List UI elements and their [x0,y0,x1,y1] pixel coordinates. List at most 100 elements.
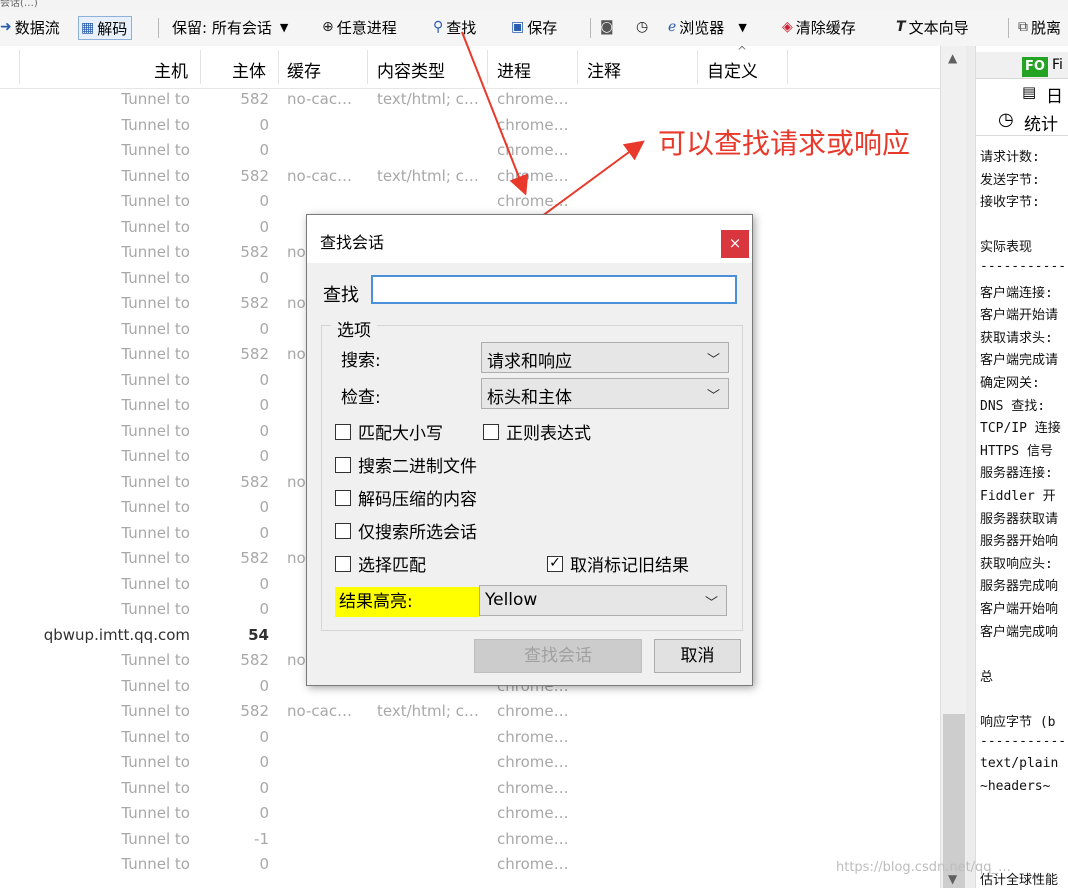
session-row[interactable]: Tunnel to 582 no-cac… text/html; c… chrome… [0,88,940,113]
window-title: 会话(…) [0,0,38,9]
decode-button[interactable]: ▦ 解码 [78,16,133,40]
selected-only-label: 仅搜索所选会话 [358,523,477,543]
search-binaries-checkbox[interactable]: 搜索二进制文件 [335,452,477,477]
chevron-down-icon: ﹀ [706,353,720,368]
host-cell: Tunnel to [121,472,190,491]
highlight-color-select[interactable]: Yellow ﹀ [479,585,727,616]
save-button[interactable]: ▣ 保存 [511,15,557,39]
text-wizard-button[interactable]: T 文本向导 [896,15,969,39]
select-matches-label: 选择匹配 [358,556,426,576]
process-cell: chrome… [497,829,569,848]
session-row[interactable]: Tunnel to 0 chrome… [0,751,940,776]
clear-cache-label: 清除缓存 [795,18,856,37]
browser-dropdown[interactable]: ℯ 浏览器 ▼ [668,15,747,39]
find-input[interactable] [371,275,737,304]
column-custom[interactable]: 自定义 [707,57,758,82]
examine-label: 检查: [341,388,381,408]
body-cell: 0 [259,268,269,287]
tab-log-label: 日 [1046,87,1063,107]
clear-cache-button[interactable]: ◈ 清除缓存 [782,15,856,39]
column-divider [487,50,488,84]
process-cell: chrome… [497,855,569,873]
host-cell: Tunnel to [121,90,190,108]
save-icon: ▣ [511,19,525,35]
ie-icon: ℯ [668,19,677,35]
find-button[interactable]: ⚲ 查找 [433,15,476,39]
close-icon[interactable]: × [721,230,749,258]
column-process[interactable]: 进程 [497,57,531,82]
match-case-checkbox[interactable]: 匹配大小写 [335,419,443,444]
content-type-cell: text/html; c… [377,90,479,108]
column-divider [787,50,788,84]
checkbox-box [335,522,351,539]
session-row[interactable]: Tunnel to 0 chrome… [0,853,940,878]
statistics-line: 服务器连接: [980,466,1053,482]
statistics-line: text/plain [980,756,1059,772]
host-cell: Tunnel to [121,294,190,312]
examine-select[interactable]: 标头和主体 ﹀ [481,378,729,409]
process-cell: chrome… [497,90,569,108]
statistics-line: ~headers~ [980,778,1051,794]
column-divider [577,50,578,84]
highlight-color-value: Yellow [485,590,538,610]
statistics-line: 实际表现 [980,240,1033,256]
stream-button[interactable]: ➜ 数据流 [0,15,60,39]
caching-cell: no-cac… [287,702,353,720]
find-sessions-button[interactable]: 查找会话 [474,639,642,673]
body-cell: 0 [259,778,269,797]
session-row[interactable]: Tunnel to 0 chrome… [0,190,940,215]
cancel-button[interactable]: 取消 [654,639,741,673]
statistics-line: 请求计数: [980,150,1040,165]
column-comments[interactable]: 注释 [587,57,621,82]
stopwatch-icon: ◷ [998,109,1014,130]
search-label: 搜索: [341,351,381,371]
timer-button[interactable]: ◷ [636,15,651,39]
body-cell: 582 [240,472,269,491]
toolbar-separator [1008,18,1009,38]
tab-statistics[interactable]: ◷ 统计 [976,107,1068,136]
dialog-titlebar[interactable]: 查找会话 × [307,215,752,263]
tab-log[interactable]: ▤ 日 [976,81,1068,107]
search-select[interactable]: 请求和响应 ﹀ [481,342,729,373]
chevron-down-icon: ﹀ [706,389,720,404]
find-label: 查找 [323,285,359,306]
host-cell: Tunnel to [121,345,190,363]
caching-cell: no [287,651,306,669]
host-cell: Tunnel to [121,600,190,618]
tab-fiddler[interactable]: FO Fi [976,52,1068,79]
decode-compressed-checkbox[interactable]: 解码压缩的内容 [335,485,477,510]
caching-cell: no-cac… [287,166,353,185]
regex-checkbox[interactable]: 正则表达式 [483,419,591,444]
host-cell: Tunnel to [121,370,190,389]
select-matches-checkbox[interactable]: 选择匹配 [335,551,426,576]
unmark-old-results-checkbox[interactable]: ✓ 取消标记旧结果 [547,551,689,576]
pane-splitter[interactable] [966,46,975,888]
session-list-scrollbar[interactable]: ▲ ▼ [940,46,967,888]
session-row[interactable]: Tunnel to 582 no-cac… text/html; c… chrome… [0,700,940,725]
column-divider [278,50,279,84]
binoculars-icon: ⚲ [433,19,444,35]
column-content-type[interactable]: 内容类型 [377,57,445,82]
keep-sessions-dropdown[interactable]: 保留: 所有会话 ▼ [172,15,288,39]
caching-cell: no [287,472,306,491]
unmark-old-results-label: 取消标记旧结果 [570,556,689,576]
body-cell: 0 [259,319,269,338]
column-caching[interactable]: 缓存 [287,57,321,82]
session-row[interactable]: Tunnel to 0 chrome… [0,802,940,827]
chevron-down-icon: ﹀ [704,596,718,611]
session-row[interactable]: Tunnel to -1 chrome… [0,828,940,853]
detach-button[interactable]: ⧉ 脱离 [1018,15,1061,39]
any-process-button[interactable]: ⊕ 任意进程 [322,15,397,39]
column-host[interactable]: 主机 [154,57,188,82]
column-body[interactable]: 主体 [232,57,266,82]
session-row[interactable]: Tunnel to 582 no-cac… text/html; c… chrome… [0,165,940,190]
session-row[interactable]: Tunnel to 0 chrome… [0,777,940,802]
scroll-up-icon[interactable]: ▲ [948,51,957,65]
decode-compressed-label: 解码压缩的内容 [358,490,477,510]
match-case-label: 匹配大小写 [358,424,443,444]
screenshot-button[interactable]: ◙ [600,15,617,39]
tab-statistics-label: 统计 [1024,115,1058,135]
selected-only-checkbox[interactable]: 仅搜索所选会话 [335,518,477,543]
session-row[interactable]: Tunnel to 0 chrome… [0,726,940,751]
checkbox-box [335,489,351,506]
